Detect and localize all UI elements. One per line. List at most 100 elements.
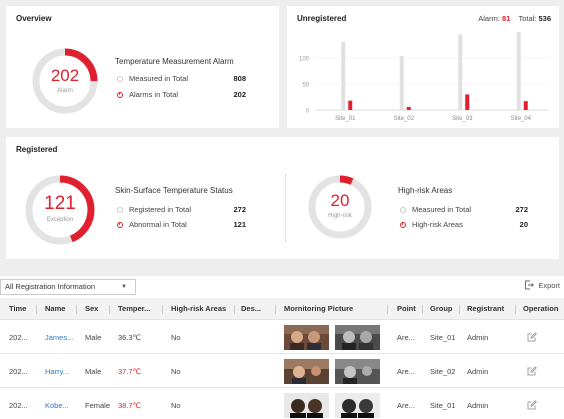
bar-alarm — [348, 100, 353, 110]
col-separator — [387, 305, 388, 314]
col-sex[interactable]: Sex — [85, 298, 107, 320]
edit-icon[interactable] — [527, 400, 537, 410]
skin-ring-label: Exception — [46, 217, 74, 223]
registered-card: Registered 121 Exception Skin-Surface Te… — [6, 137, 559, 259]
radio-off-icon — [400, 206, 406, 213]
export-label: Export — [538, 280, 560, 290]
col-separator — [234, 305, 235, 314]
col-monitoring-picture[interactable]: Mornitoring Picture — [284, 298, 374, 320]
x-tick-label: Site_02 — [394, 116, 415, 122]
risk-areas-label: High-risk Areas — [412, 220, 463, 229]
bar-total — [458, 34, 463, 110]
col-separator — [459, 305, 460, 314]
cell-sex: Male — [85, 367, 102, 376]
total-summary-value: 536 — [538, 14, 551, 23]
alarm-summary-value: 81 — [502, 14, 511, 23]
radio-on-icon — [117, 221, 123, 228]
col-description[interactable]: Des... — [241, 298, 267, 320]
overview-ring-text: 202 Alarm — [30, 46, 100, 116]
cell-high-risk: No — [171, 333, 181, 342]
cell-sex: Female — [85, 401, 111, 410]
caret-down-icon: ▼ — [121, 284, 127, 290]
y-tick-label: 100 — [299, 57, 310, 63]
skin-heading: Skin-Surface Temperature Status — [115, 186, 233, 195]
registration-filter-select[interactable]: All Registration Information ▼ — [0, 279, 136, 295]
risk-measured-label: Measured in Total — [412, 205, 472, 214]
table-row[interactable]: 202... James... Male 36.3℃ No Are... Sit… — [0, 321, 564, 354]
edit-icon[interactable] — [527, 332, 537, 342]
unregistered-card: Unregistered Alarm: 81 Total: 536 0 50 100… — [287, 6, 559, 128]
cell-group: Site_01 — [430, 401, 456, 410]
x-tick-label: Site_03 — [452, 116, 473, 122]
col-high-risk-areas[interactable]: High-risk Areas — [171, 298, 233, 320]
bar-total — [516, 32, 521, 110]
export-button[interactable]: Export — [524, 280, 560, 290]
risk-ring-text: 20 High-risk — [306, 173, 374, 241]
radio-on-icon — [117, 91, 123, 98]
risk-ring-value: 20 — [330, 191, 350, 210]
skin-ring-text: 121 Exception — [23, 173, 97, 247]
edit-icon[interactable] — [527, 366, 537, 376]
overview-measured-value: 808 — [233, 74, 246, 83]
overview-title: Overview — [16, 14, 52, 23]
cell-registrant: Admin — [467, 333, 489, 342]
skin-registered-label: Registered in Total — [129, 205, 191, 214]
col-point[interactable]: Point — [397, 298, 419, 320]
cell-high-risk: No — [171, 401, 181, 410]
unregistered-title: Unregistered — [297, 14, 347, 23]
card-divider — [285, 173, 286, 243]
table-row[interactable]: 202... Kobe... Female 38.7℃ No Are... Si… — [0, 389, 564, 419]
cell-name-link[interactable]: James... — [45, 321, 73, 354]
cell-time: 202... — [9, 401, 28, 410]
face-thumbnail[interactable] — [284, 325, 329, 350]
skin-abnormal-row: Abnormal in Total — [117, 220, 187, 229]
overview-ring-value: 202 — [50, 66, 80, 85]
face-thumbnail[interactable] — [335, 325, 380, 350]
cell-time: 202... — [9, 367, 28, 376]
face-thumbnail[interactable] — [284, 393, 329, 418]
bar-alarm — [465, 94, 470, 110]
total-summary-label: Total: — [518, 14, 537, 23]
col-temperature[interactable]: Temper... — [118, 298, 158, 320]
skin-registered-row: Registered in Total — [117, 205, 191, 214]
skin-abnormal-value: 121 — [233, 220, 246, 229]
face-thumbnail[interactable] — [335, 359, 380, 384]
col-name[interactable]: Name — [45, 298, 75, 320]
cell-group: Site_02 — [430, 367, 456, 376]
cell-group: Site_01 — [430, 333, 456, 342]
bar-alarm — [406, 106, 411, 110]
bar-alarm — [523, 101, 528, 110]
face-thumbnail[interactable] — [335, 393, 380, 418]
registered-title: Registered — [16, 145, 58, 154]
cell-sex: Male — [85, 333, 102, 342]
col-separator — [275, 305, 276, 314]
col-separator — [162, 305, 163, 314]
radio-off-icon — [117, 75, 123, 82]
skin-registered-value: 272 — [233, 205, 246, 214]
risk-heading: High-risk Areas — [398, 186, 453, 195]
col-registrant[interactable]: Registrant — [467, 298, 511, 320]
face-thumbnail[interactable] — [284, 359, 329, 384]
overview-measured-row: Measured in Total — [117, 74, 188, 83]
risk-areas-value: 20 — [519, 220, 528, 229]
cell-name-link[interactable]: Kobe... — [45, 389, 69, 419]
cell-name-link[interactable]: Harry... — [45, 355, 69, 388]
cell-high-risk: No — [171, 367, 181, 376]
bar-total — [341, 41, 346, 110]
overview-card: Overview 202 Alarm Temperature Measureme… — [6, 6, 279, 128]
col-separator — [515, 305, 516, 314]
col-separator — [422, 305, 423, 314]
radio-off-icon — [117, 206, 123, 213]
cell-temperature: 37.7℃ — [118, 367, 142, 376]
col-separator — [109, 305, 110, 314]
table-row[interactable]: 202... Harry... Male 37.7℃ No Are... Sit… — [0, 355, 564, 388]
col-operation[interactable]: Operation — [523, 298, 563, 320]
cell-registrant: Admin — [467, 401, 489, 410]
overview-alarms-label: Alarms in Total — [129, 90, 179, 99]
risk-ring-label: High-risk — [328, 213, 352, 219]
overview-alarms-value: 202 — [233, 90, 246, 99]
cell-point: Are... — [397, 333, 415, 342]
unregistered-summary: Alarm: 81 Total: 536 — [478, 14, 551, 23]
col-time[interactable]: Time — [9, 298, 36, 320]
col-group[interactable]: Group — [430, 298, 456, 320]
